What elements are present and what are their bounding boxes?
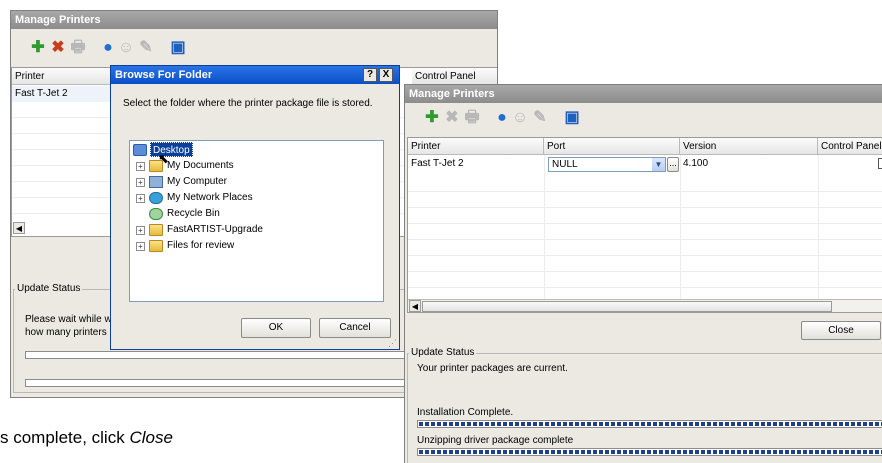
grid-line	[408, 191, 882, 192]
progress-label-installation: Installation Complete.	[417, 407, 514, 418]
tree-item-my-computer[interactable]: My Computer	[167, 174, 227, 189]
tree-item-recycle-bin[interactable]: Recycle Bin	[167, 206, 220, 221]
network-icon	[149, 192, 163, 204]
folder-tree[interactable]: Desktop ⬉ + My Documents + My Computer +…	[129, 140, 384, 302]
tree-item-my-documents[interactable]: My Documents	[167, 158, 234, 173]
grid-line	[818, 155, 819, 312]
grid-line	[544, 155, 545, 312]
manage-printers-window-foreground: Manage Printers ✚ ✖ 🖶 ● ☺ ✎ ▣ Printer Po…	[404, 84, 882, 463]
dialog-prompt: Select the folder where the printer pack…	[123, 98, 373, 109]
table-row-printer-cell[interactable]: Fast T-Jet 2	[408, 156, 544, 172]
scroll-thumb[interactable]	[422, 301, 832, 312]
toolbar: ✚ ✖ 🖶 ● ☺ ✎ ▣	[423, 109, 623, 129]
browse-for-folder-dialog: Browse For Folder ? X Select the folder …	[110, 65, 400, 350]
desktop-icon	[133, 144, 147, 156]
grid-line	[408, 207, 882, 208]
column-header-control-panel[interactable]: Control Panel	[412, 68, 497, 85]
window-title: Manage Printers	[11, 11, 497, 29]
printer-icon[interactable]: 🖶	[463, 109, 481, 127]
caption-text: s complete, click	[0, 428, 130, 447]
save-icon[interactable]: ▣	[563, 109, 581, 127]
instruction-caption: s complete, click Close	[0, 428, 173, 448]
window-title: Manage Printers	[405, 85, 882, 103]
folder-icon	[149, 224, 163, 236]
save-icon[interactable]: ▣	[169, 39, 187, 57]
port-select-value: NULL	[552, 159, 578, 170]
column-header-port[interactable]: Port	[544, 138, 680, 155]
expand-icon[interactable]: +	[136, 178, 145, 187]
toolbar: ✚ ✖ 🖶 ● ☺ ✎ ▣	[29, 39, 229, 59]
folder-icon	[149, 240, 163, 252]
tree-item-files-for-review[interactable]: Files for review	[167, 238, 234, 253]
recycle-bin-icon	[149, 208, 163, 220]
resize-grip-icon[interactable]: ⋰	[388, 338, 397, 349]
update-status-label: Update Status	[15, 283, 83, 295]
expand-icon[interactable]: +	[136, 242, 145, 251]
update-globe-icon[interactable]: ●	[493, 109, 511, 127]
user-icon[interactable]: ☺	[511, 109, 529, 127]
table-row[interactable]: Fast T-Jet 2	[12, 86, 112, 102]
user-icon[interactable]: ☺	[117, 39, 135, 57]
expand-icon[interactable]: +	[136, 162, 145, 171]
control-panel-checkbox[interactable]	[878, 158, 882, 169]
dialog-title: Browse For Folder	[115, 69, 213, 81]
dialog-titlebar: Browse For Folder ? X	[111, 66, 399, 84]
expand-icon[interactable]: +	[136, 226, 145, 235]
installation-progress-bar	[417, 420, 882, 428]
grid-line	[408, 255, 882, 256]
add-printer-icon[interactable]: ✚	[423, 109, 441, 127]
delete-printer-icon[interactable]: ✖	[49, 39, 67, 57]
unzipping-progress-bar	[417, 448, 882, 456]
installation-progress-fill	[419, 422, 882, 426]
edit-icon[interactable]: ✎	[531, 109, 549, 127]
delete-printer-icon[interactable]: ✖	[443, 109, 461, 127]
update-status-label: Update Status	[409, 347, 477, 359]
grid-line	[680, 155, 681, 312]
printer-icon[interactable]: 🖶	[69, 39, 87, 57]
grid-line	[408, 287, 882, 288]
scroll-left-arrow[interactable]: ◀	[409, 300, 421, 312]
tree-item-my-network-places[interactable]: My Network Places	[167, 190, 253, 205]
browse-port-button[interactable]: ...	[667, 157, 679, 172]
help-button[interactable]: ?	[363, 68, 377, 82]
close-button[interactable]: Close	[801, 321, 881, 340]
add-printer-icon[interactable]: ✚	[29, 39, 47, 57]
port-select[interactable]: NULL ▼	[548, 157, 666, 172]
edit-icon[interactable]: ✎	[137, 39, 155, 57]
grid-line	[408, 271, 882, 272]
grid-line	[408, 223, 882, 224]
cancel-button[interactable]: Cancel	[319, 318, 391, 338]
tree-item-fastartist-upgrade[interactable]: FastARTIST-Upgrade	[167, 222, 263, 237]
ok-button[interactable]: OK	[241, 318, 311, 338]
table-row-version-cell[interactable]: 4.100	[680, 156, 816, 172]
column-header-printer[interactable]: Printer	[408, 138, 544, 155]
folder-icon	[149, 160, 163, 172]
printer-grid: Printer Port Version Control Panel Fast …	[407, 137, 882, 313]
status-text-line: how many printers	[25, 327, 107, 338]
column-header-control-panel[interactable]: Control Panel	[818, 138, 882, 155]
column-header-version[interactable]: Version	[680, 138, 818, 155]
close-icon[interactable]: X	[379, 68, 393, 82]
status-text: Your printer packages are current.	[417, 363, 568, 374]
unzipping-progress-fill	[419, 450, 882, 454]
column-header-printer[interactable]: Printer	[12, 68, 112, 85]
progress-label-unzipping: Unzipping driver package complete	[417, 435, 574, 446]
expand-icon[interactable]: +	[136, 194, 145, 203]
computer-icon	[149, 176, 163, 188]
chevron-down-icon[interactable]: ▼	[652, 158, 665, 171]
tree-item-desktop[interactable]: Desktop	[150, 142, 193, 157]
caption-emphasis: Close	[129, 428, 173, 447]
update-globe-icon[interactable]: ●	[99, 39, 117, 57]
grid-line	[408, 239, 882, 240]
horizontal-scrollbar[interactable]: ◀	[408, 299, 882, 312]
scroll-left-arrow[interactable]: ◀	[13, 222, 25, 234]
status-text-line: Please wait while w	[25, 314, 112, 325]
